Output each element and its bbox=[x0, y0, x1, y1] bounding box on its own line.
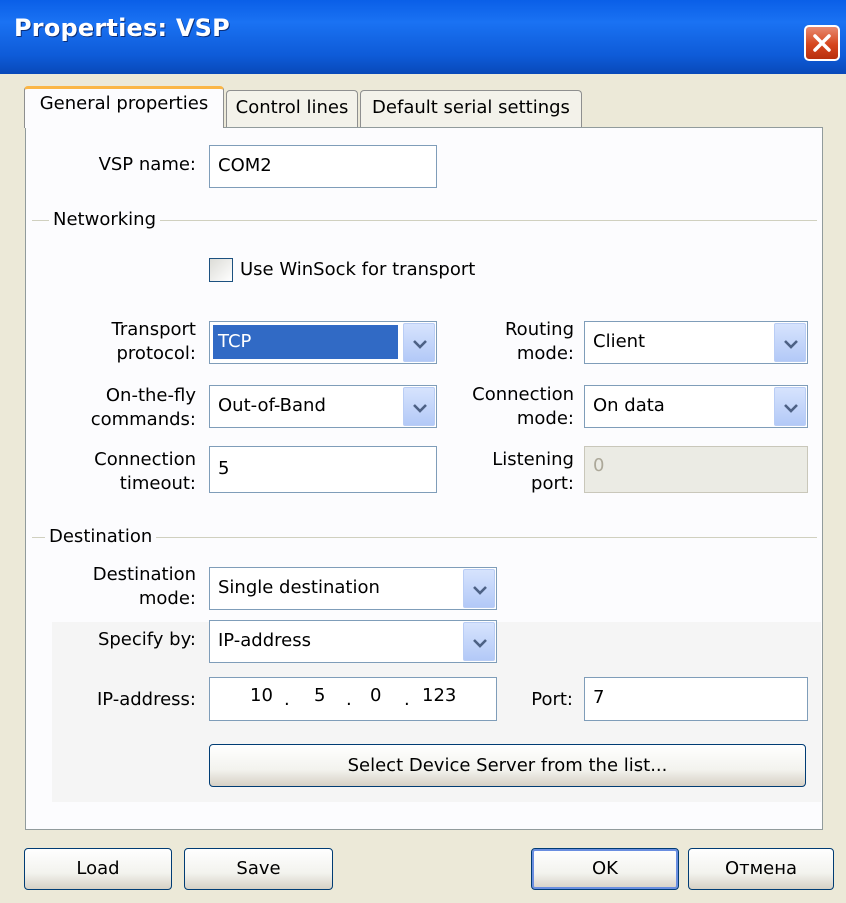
title-bar[interactable]: Properties: VSP bbox=[0, 0, 846, 74]
selected-value: Single destination bbox=[218, 577, 380, 598]
destination-mode-label: Destination mode: bbox=[92, 564, 196, 609]
specify-by-label: Specify by: bbox=[97, 629, 196, 650]
specify-by-select[interactable]: IP-address bbox=[209, 620, 497, 663]
tab-label: Control lines bbox=[235, 97, 349, 118]
dropdown-button[interactable] bbox=[774, 387, 806, 426]
selected-value: IP-address bbox=[218, 630, 311, 651]
select-device-server-button[interactable]: Select Device Server from the list... bbox=[209, 744, 806, 787]
tab-label: Default serial settings bbox=[372, 97, 570, 118]
selected-value: Out-of-Band bbox=[218, 395, 326, 416]
networking-group-label: Networking bbox=[49, 208, 160, 232]
chevron-down-icon bbox=[784, 404, 798, 413]
tab-label: General properties bbox=[39, 93, 209, 114]
vsp-name-label: VSP name: bbox=[98, 154, 196, 175]
dropdown-button[interactable] bbox=[463, 622, 495, 661]
cancel-button[interactable]: Отмена bbox=[688, 848, 834, 890]
ip-octet-3[interactable]: 0 bbox=[370, 684, 381, 708]
save-button[interactable]: Save bbox=[184, 848, 333, 890]
close-button[interactable] bbox=[804, 25, 840, 61]
dropdown-button[interactable] bbox=[403, 323, 435, 362]
ip-octet-4[interactable]: 123 bbox=[422, 684, 456, 708]
selected-value: On data bbox=[593, 395, 665, 416]
dropdown-button[interactable] bbox=[403, 387, 435, 426]
listening-port-field: 0 bbox=[584, 446, 808, 493]
listening-port-label: Listening port: bbox=[492, 449, 574, 494]
dropdown-button[interactable] bbox=[774, 323, 806, 362]
routing-mode-label: Routing mode: bbox=[504, 319, 574, 364]
chevron-down-icon bbox=[473, 639, 487, 648]
selected-value: Client bbox=[593, 331, 646, 352]
port-field[interactable]: 7 bbox=[584, 677, 808, 721]
selected-value: TCP bbox=[213, 325, 398, 359]
tab-default-serial-settings[interactable]: Default serial settings bbox=[360, 90, 582, 127]
ok-button[interactable]: OK bbox=[531, 848, 679, 890]
chevron-down-icon bbox=[413, 404, 427, 413]
ip-octet-1[interactable]: 10 bbox=[250, 684, 273, 708]
ip-octet-2[interactable]: 5 bbox=[314, 684, 325, 708]
load-button[interactable]: Load bbox=[24, 848, 172, 890]
window-title: Properties: VSP bbox=[14, 14, 230, 42]
on-the-fly-label: On-the-fly commands: bbox=[90, 385, 196, 430]
ip-address-label: IP-address: bbox=[96, 689, 196, 710]
connection-mode-label: Connection mode: bbox=[472, 384, 574, 429]
winsock-checkbox[interactable] bbox=[209, 258, 233, 282]
transport-protocol-select[interactable]: TCP bbox=[209, 321, 437, 364]
chevron-down-icon bbox=[473, 586, 487, 595]
winsock-label: Use WinSock for transport bbox=[240, 259, 476, 280]
connection-timeout-field[interactable]: 5 bbox=[209, 446, 437, 493]
chevron-down-icon bbox=[784, 340, 798, 349]
ip-dot: . bbox=[346, 689, 352, 710]
chevron-down-icon bbox=[413, 340, 427, 349]
on-the-fly-select[interactable]: Out-of-Band bbox=[209, 385, 437, 428]
destination-mode-select[interactable]: Single destination bbox=[209, 567, 497, 610]
connection-mode-select[interactable]: On data bbox=[584, 385, 808, 428]
ip-dot: . bbox=[284, 689, 290, 710]
destination-group-label: Destination bbox=[45, 525, 157, 549]
ip-dot: . bbox=[404, 689, 410, 710]
connection-timeout-label: Connection timeout: bbox=[94, 449, 196, 494]
close-icon bbox=[813, 34, 831, 52]
tab-general-properties[interactable]: General properties bbox=[24, 86, 224, 128]
ip-address-field[interactable]: 10 . 5 . 0 . 123 bbox=[209, 677, 497, 721]
routing-mode-select[interactable]: Client bbox=[584, 321, 808, 364]
tab-control-lines[interactable]: Control lines bbox=[226, 90, 358, 127]
dropdown-button[interactable] bbox=[463, 569, 495, 608]
port-label: Port: bbox=[531, 689, 573, 710]
transport-protocol-label: Transport protocol: bbox=[111, 319, 196, 364]
vsp-name-field[interactable]: COM2 bbox=[209, 145, 437, 188]
